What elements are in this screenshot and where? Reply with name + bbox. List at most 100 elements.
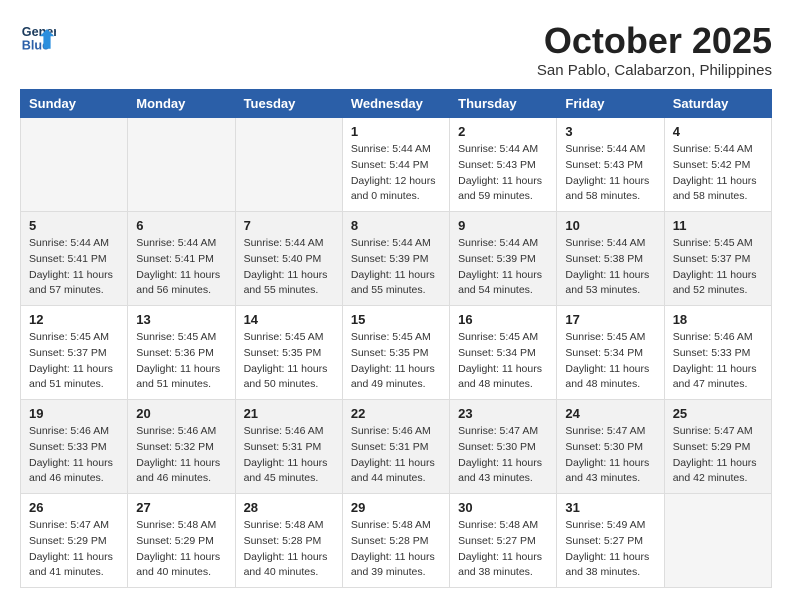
calendar-day-cell: 24 Sunrise: 5:47 AM Sunset: 5:30 PM Dayli… — [557, 400, 664, 494]
calendar-day-cell: 14Sunrise: 5:45 AM Sunset: 5:35 PM Dayli… — [235, 306, 342, 400]
calendar-week-row: 1Sunrise: 5:44 AM Sunset: 5:44 PM Daylig… — [21, 118, 772, 212]
calendar-day-cell: 25 Sunrise: 5:47 AM Sunset: 5:29 PM Dayli… — [664, 400, 771, 494]
day-info: Sunrise: 5:47 AM Sunset: 5:29 PM Dayligh… — [29, 518, 119, 581]
day-info: Sunrise: 5:46 AM Sunset: 5:32 PM Dayligh… — [136, 424, 226, 487]
day-number: 10 — [565, 218, 655, 233]
day-info: Sunrise: 5:45 AM Sunset: 5:35 PM Dayligh… — [351, 330, 441, 393]
calendar-day-cell: 31 Sunrise: 5:49 AM Sunset: 5:27 PM Dayli… — [557, 494, 664, 588]
day-number: 31 — [565, 500, 655, 515]
day-number: 24 — [565, 406, 655, 421]
day-number: 30 — [458, 500, 548, 515]
day-info: Sunrise: 5:48 AM Sunset: 5:27 PM Dayligh… — [458, 518, 548, 581]
day-number: 17 — [565, 312, 655, 327]
calendar-day-cell: 26 Sunrise: 5:47 AM Sunset: 5:29 PM Dayli… — [21, 494, 128, 588]
calendar-day-cell: 18 Sunrise: 5:46 AM Sunset: 5:33 PM Dayli… — [664, 306, 771, 400]
day-info: Sunrise: 5:44 AM Sunset: 5:44 PM Dayligh… — [351, 142, 441, 205]
day-number: 29 — [351, 500, 441, 515]
day-info: Sunrise: 5:45 AM Sunset: 5:35 PM Dayligh… — [244, 330, 334, 393]
calendar-day-cell — [21, 118, 128, 212]
calendar-day-cell: 29 Sunrise: 5:48 AM Sunset: 5:28 PM Dayli… — [342, 494, 449, 588]
day-info: Sunrise: 5:44 AM Sunset: 5:42 PM Dayligh… — [673, 142, 763, 205]
day-info: Sunrise: 5:45 AM Sunset: 5:36 PM Dayligh… — [136, 330, 226, 393]
day-info: Sunrise: 5:45 AM Sunset: 5:34 PM Dayligh… — [458, 330, 548, 393]
day-info: Sunrise: 5:44 AM Sunset: 5:39 PM Dayligh… — [458, 236, 548, 299]
day-number: 22 — [351, 406, 441, 421]
calendar-day-cell — [128, 118, 235, 212]
logo: General Blue — [20, 20, 56, 56]
svg-text:General: General — [22, 25, 56, 39]
day-info: Sunrise: 5:49 AM Sunset: 5:27 PM Dayligh… — [565, 518, 655, 581]
day-info: Sunrise: 5:48 AM Sunset: 5:28 PM Dayligh… — [351, 518, 441, 581]
month-title: October 2025 — [537, 20, 772, 62]
day-number: 9 — [458, 218, 548, 233]
day-number: 12 — [29, 312, 119, 327]
day-of-week-header: Saturday — [664, 90, 771, 118]
day-info: Sunrise: 5:46 AM Sunset: 5:31 PM Dayligh… — [244, 424, 334, 487]
day-of-week-header: Wednesday — [342, 90, 449, 118]
day-info: Sunrise: 5:44 AM Sunset: 5:41 PM Dayligh… — [136, 236, 226, 299]
calendar-body: 1Sunrise: 5:44 AM Sunset: 5:44 PM Daylig… — [21, 118, 772, 588]
day-info: Sunrise: 5:47 AM Sunset: 5:30 PM Dayligh… — [565, 424, 655, 487]
day-number: 20 — [136, 406, 226, 421]
day-number: 25 — [673, 406, 763, 421]
day-info: Sunrise: 5:47 AM Sunset: 5:30 PM Dayligh… — [458, 424, 548, 487]
title-section: October 2025 San Pablo, Calabarzon, Phil… — [537, 20, 772, 79]
day-info: Sunrise: 5:45 AM Sunset: 5:34 PM Dayligh… — [565, 330, 655, 393]
day-info: Sunrise: 5:48 AM Sunset: 5:29 PM Dayligh… — [136, 518, 226, 581]
day-of-week-header: Tuesday — [235, 90, 342, 118]
day-number: 23 — [458, 406, 548, 421]
calendar-table: SundayMondayTuesdayWednesdayThursdayFrid… — [20, 89, 772, 588]
calendar-day-cell: 20 Sunrise: 5:46 AM Sunset: 5:32 PM Dayli… — [128, 400, 235, 494]
day-number: 3 — [565, 124, 655, 139]
day-of-week-header: Thursday — [450, 90, 557, 118]
calendar-day-cell: 27Sunrise: 5:48 AM Sunset: 5:29 PM Dayli… — [128, 494, 235, 588]
calendar-day-cell: 16 Sunrise: 5:45 AM Sunset: 5:34 PM Dayli… — [450, 306, 557, 400]
calendar-day-cell: 28Sunrise: 5:48 AM Sunset: 5:28 PM Dayli… — [235, 494, 342, 588]
day-number: 13 — [136, 312, 226, 327]
calendar-day-cell: 6 Sunrise: 5:44 AM Sunset: 5:41 PM Daylig… — [128, 212, 235, 306]
page-header: General Blue October 2025 San Pablo, Cal… — [20, 20, 772, 79]
calendar-day-cell: 17 Sunrise: 5:45 AM Sunset: 5:34 PM Dayli… — [557, 306, 664, 400]
day-of-week-header: Sunday — [21, 90, 128, 118]
day-number: 16 — [458, 312, 548, 327]
day-of-week-header: Monday — [128, 90, 235, 118]
day-number: 19 — [29, 406, 119, 421]
calendar-day-cell: 19Sunrise: 5:46 AM Sunset: 5:33 PM Dayli… — [21, 400, 128, 494]
day-number: 2 — [458, 124, 548, 139]
day-number: 26 — [29, 500, 119, 515]
calendar-day-cell: 2Sunrise: 5:44 AM Sunset: 5:43 PM Daylig… — [450, 118, 557, 212]
day-info: Sunrise: 5:46 AM Sunset: 5:33 PM Dayligh… — [673, 330, 763, 393]
day-info: Sunrise: 5:44 AM Sunset: 5:39 PM Dayligh… — [351, 236, 441, 299]
calendar-day-cell: 10Sunrise: 5:44 AM Sunset: 5:38 PM Dayli… — [557, 212, 664, 306]
calendar-day-cell: 4Sunrise: 5:44 AM Sunset: 5:42 PM Daylig… — [664, 118, 771, 212]
day-info: Sunrise: 5:44 AM Sunset: 5:40 PM Dayligh… — [244, 236, 334, 299]
day-number: 6 — [136, 218, 226, 233]
day-info: Sunrise: 5:47 AM Sunset: 5:29 PM Dayligh… — [673, 424, 763, 487]
day-number: 5 — [29, 218, 119, 233]
calendar-week-row: 26 Sunrise: 5:47 AM Sunset: 5:29 PM Dayli… — [21, 494, 772, 588]
day-info: Sunrise: 5:44 AM Sunset: 5:43 PM Dayligh… — [565, 142, 655, 205]
calendar-day-cell: 23 Sunrise: 5:47 AM Sunset: 5:30 PM Dayli… — [450, 400, 557, 494]
day-info: Sunrise: 5:45 AM Sunset: 5:37 PM Dayligh… — [29, 330, 119, 393]
day-number: 7 — [244, 218, 334, 233]
day-number: 8 — [351, 218, 441, 233]
day-info: Sunrise: 5:48 AM Sunset: 5:28 PM Dayligh… — [244, 518, 334, 581]
day-of-week-header: Friday — [557, 90, 664, 118]
day-info: Sunrise: 5:44 AM Sunset: 5:41 PM Dayligh… — [29, 236, 119, 299]
calendar-day-cell: 21Sunrise: 5:46 AM Sunset: 5:31 PM Dayli… — [235, 400, 342, 494]
day-number: 18 — [673, 312, 763, 327]
calendar-day-cell — [664, 494, 771, 588]
calendar-day-cell: 30 Sunrise: 5:48 AM Sunset: 5:27 PM Dayli… — [450, 494, 557, 588]
calendar-day-cell: 1Sunrise: 5:44 AM Sunset: 5:44 PM Daylig… — [342, 118, 449, 212]
calendar-day-cell: 13 Sunrise: 5:45 AM Sunset: 5:36 PM Dayli… — [128, 306, 235, 400]
calendar-day-cell — [235, 118, 342, 212]
calendar-day-cell: 8 Sunrise: 5:44 AM Sunset: 5:39 PM Daylig… — [342, 212, 449, 306]
calendar-day-cell: 3 Sunrise: 5:44 AM Sunset: 5:43 PM Daylig… — [557, 118, 664, 212]
day-number: 15 — [351, 312, 441, 327]
calendar-day-cell: 22Sunrise: 5:46 AM Sunset: 5:31 PM Dayli… — [342, 400, 449, 494]
calendar-header-row: SundayMondayTuesdayWednesdayThursdayFrid… — [21, 90, 772, 118]
day-info: Sunrise: 5:45 AM Sunset: 5:37 PM Dayligh… — [673, 236, 763, 299]
logo-icon: General Blue — [20, 20, 56, 56]
calendar-day-cell: 7 Sunrise: 5:44 AM Sunset: 5:40 PM Daylig… — [235, 212, 342, 306]
calendar-week-row: 12 Sunrise: 5:45 AM Sunset: 5:37 PM Dayli… — [21, 306, 772, 400]
